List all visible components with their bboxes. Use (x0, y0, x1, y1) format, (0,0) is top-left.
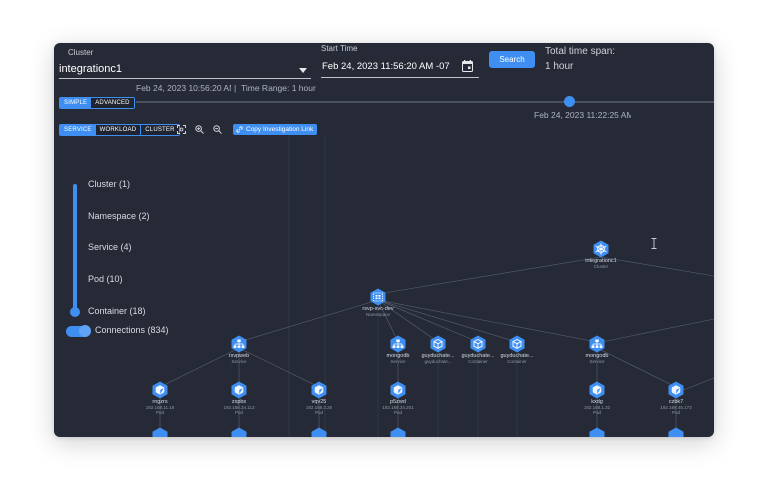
helm-icon (593, 240, 609, 258)
node-type: Namespace (365, 312, 390, 317)
graph-node-container[interactable]: guyduchate... Container (497, 335, 537, 364)
node-type: Pod (393, 410, 402, 415)
pod-icon (589, 381, 605, 399)
graph-node-container[interactable]: guyduchate... guyduchate... (418, 335, 458, 364)
container-icon[interactable] (310, 427, 328, 437)
graph-node-pod[interactable]: vqv25 192.168.3.26 Pod (299, 381, 339, 415)
node-type: Pod (671, 410, 680, 415)
node-type: Container (468, 359, 488, 364)
node-type: Pod (314, 410, 323, 415)
text-cursor-icon (651, 238, 657, 249)
node-type: Container (507, 359, 527, 364)
pod-icon (152, 381, 168, 399)
graph-node-pod[interactable]: kxdg 192.168.1.32 Pod (577, 381, 617, 415)
node-type: Service (390, 359, 406, 364)
graph-node-pod[interactable]: p5zwd 192.168.34.201 Pod (378, 381, 418, 415)
container-icon[interactable] (230, 427, 248, 437)
graph-node-cluster[interactable]: integrationc1 Cluster (581, 240, 621, 269)
graph-node-pod[interactable]: rngzrs 192.168.11.18 Pod (140, 381, 180, 415)
node-type: Pod (592, 410, 601, 415)
container-icon (430, 335, 446, 353)
container-icon[interactable] (389, 427, 407, 437)
node-type: guyduchate... (424, 359, 452, 364)
container-icon[interactable] (667, 427, 685, 437)
pod-icon (668, 381, 684, 399)
pod-icon (390, 381, 406, 399)
pod-icon (311, 381, 327, 399)
pod-icon (231, 381, 247, 399)
graph-node-pod[interactable]: zxpbs 192.168.34.113 Pod (219, 381, 259, 415)
app-window: Cluster integrationc1 Start Time Feb 24,… (54, 43, 714, 437)
service-icon (589, 335, 605, 353)
graph-node-service[interactable]: rsvpweb Service (219, 335, 259, 364)
graph-node-pod[interactable]: czbk7 192.168.45.173 Pod (656, 381, 696, 415)
container-icon (470, 335, 486, 353)
node-type: Pod (155, 410, 164, 415)
container-icon (509, 335, 525, 353)
service-icon (231, 335, 247, 353)
container-icon[interactable] (588, 427, 606, 437)
graph-node-namespace[interactable]: rsvp-svc-dev Namespace (358, 288, 398, 317)
edge (377, 256, 602, 295)
node-type: Service (589, 359, 605, 364)
graph-node-container[interactable]: guyduchate... Container (458, 335, 498, 364)
container-icon[interactable] (151, 427, 169, 437)
namespace-icon (370, 288, 386, 306)
node-type: Cluster (593, 264, 609, 269)
graph-node-service[interactable]: mongodb Service (577, 335, 617, 364)
node-type: Pod (234, 410, 243, 415)
node-type: Service (231, 359, 247, 364)
service-icon (390, 335, 406, 353)
graph-node-service[interactable]: mongodb Service (378, 335, 418, 364)
